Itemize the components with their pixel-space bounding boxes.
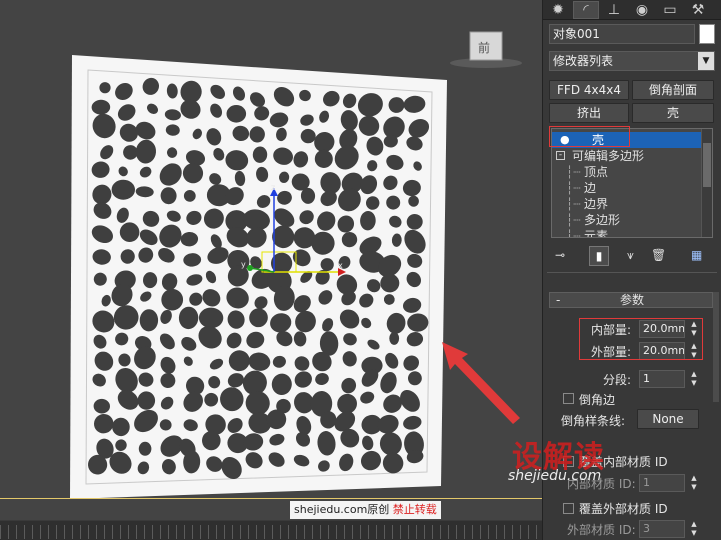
segments-spinner[interactable]: ▲ ▼ (688, 370, 700, 388)
perspective-viewport[interactable]: 前 x z y (0, 0, 542, 524)
outer-amount-input[interactable]: 20.0mm (639, 342, 685, 360)
stack-item-vertex[interactable]: ┆┈ 顶点 (552, 164, 702, 180)
outer-mat-id-label: 外部材质 ID: (567, 523, 636, 537)
site-logo: 设解读 shejiedu.com (508, 440, 605, 484)
viewcube-label: 前 (478, 40, 490, 55)
object-color-swatch[interactable] (699, 24, 715, 44)
parameters-rollout-header[interactable]: - 参数 (549, 292, 713, 308)
stack-item-polygon[interactable]: ┆┈ 多边形 (552, 212, 702, 228)
bevel-spline-label: 倒角样条线: (561, 414, 626, 428)
segments-label: 分段: (603, 373, 632, 387)
modify-icon[interactable]: ◜ (573, 1, 599, 19)
inner-amount-spinner[interactable]: ▲ ▼ (688, 320, 700, 338)
viewport-border (0, 498, 542, 499)
panel-hole (138, 441, 152, 456)
create-icon[interactable]: ✹ (545, 1, 571, 19)
stack-item-editable-poly[interactable]: - 可编辑多边形 (552, 148, 702, 164)
object-name-field[interactable]: 对象001 (549, 24, 695, 44)
outer-mat-id-spinner[interactable]: ▲ ▼ (688, 520, 700, 538)
modifier-list-dropdown[interactable]: 修改器列表 ▼ (549, 51, 715, 71)
svg-text:y: y (241, 260, 246, 269)
pin-stack-icon[interactable]: ⊸ (555, 248, 565, 262)
viewport-scene: 前 x z y (70, 31, 522, 499)
svg-text:x: x (338, 261, 343, 270)
chevron-down-icon: ▼ (698, 52, 714, 70)
bulb-icon[interactable]: ● (560, 132, 570, 148)
inner-amount-label: 内部量: (591, 323, 632, 337)
outer-amount-spinner[interactable]: ▲ ▼ (688, 342, 700, 360)
inner-mat-id-spinner[interactable]: ▲ ▼ (688, 474, 700, 492)
extrude-button[interactable]: 挤出 (549, 103, 629, 123)
collapse-icon[interactable]: - (556, 151, 565, 160)
bevel-edges-checkbox[interactable] (563, 393, 574, 404)
bevel-spline-button[interactable]: None (637, 409, 699, 429)
make-unique-icon[interactable]: ⩛ (627, 248, 634, 263)
watermark-banner: shejiedu.com原创 禁止转载 (290, 501, 441, 519)
viewcube-icon: 前 (450, 31, 522, 68)
shell-button[interactable]: 壳 (632, 103, 714, 123)
stack-toolbar: ⊸ ▮ ⩛ 🗑 ▦ (551, 246, 717, 266)
stack-scrollbar[interactable] (701, 129, 712, 237)
override-outer-checkbox[interactable] (563, 503, 574, 514)
bevel-profile-button[interactable]: 倒角剖面 (632, 80, 714, 100)
utilities-icon[interactable]: ⚒ (685, 1, 711, 19)
inner-amount-input[interactable]: 20.0mm (639, 320, 685, 338)
panel-tabs: ✹ ◜ ⊥ ◉ ▭ ⚒ (543, 0, 721, 20)
stack-item-border[interactable]: ┆┈ 边界 (552, 196, 702, 212)
stack-item-edge[interactable]: ┆┈ 边 (552, 180, 702, 196)
segments-input[interactable]: 1 (639, 370, 685, 388)
configure-sets-icon[interactable]: ▦ (691, 248, 702, 262)
inner-mat-id-input[interactable]: 1 (639, 474, 685, 492)
svg-text:z: z (271, 183, 275, 192)
override-outer-label: 覆盖外部材质 ID (579, 502, 668, 516)
panel-hole (226, 105, 247, 123)
annotation-arrow (442, 342, 520, 424)
stack-item-shell[interactable]: ● 壳 (552, 132, 702, 148)
motion-icon[interactable]: ◉ (629, 1, 655, 19)
panel-scrollbar[interactable] (713, 292, 719, 402)
bevel-edges-label: 倒角边 (579, 393, 616, 407)
ffd-button[interactable]: FFD 4x4x4 (549, 80, 629, 100)
show-end-result-icon[interactable]: ▮ (589, 246, 609, 266)
modifier-list-label: 修改器列表 (553, 54, 614, 68)
outer-amount-label: 外部量: (591, 345, 632, 359)
modifier-stack[interactable]: ● 壳 - 可编辑多边形 ┆┈ 顶点 ┆┈ 边 ┆┈ 边界 ┆┈ 多边形 ┆┈ 元素 (551, 128, 713, 238)
stack-item-element[interactable]: ┆┈ 元素 (552, 228, 702, 237)
remove-modifier-icon[interactable]: 🗑 (651, 248, 666, 262)
time-slider[interactable] (0, 520, 542, 540)
display-icon[interactable]: ▭ (657, 1, 683, 19)
panel-hole (389, 331, 400, 345)
outer-mat-id-input[interactable]: 3 (639, 520, 685, 538)
hierarchy-icon[interactable]: ⊥ (601, 1, 627, 19)
